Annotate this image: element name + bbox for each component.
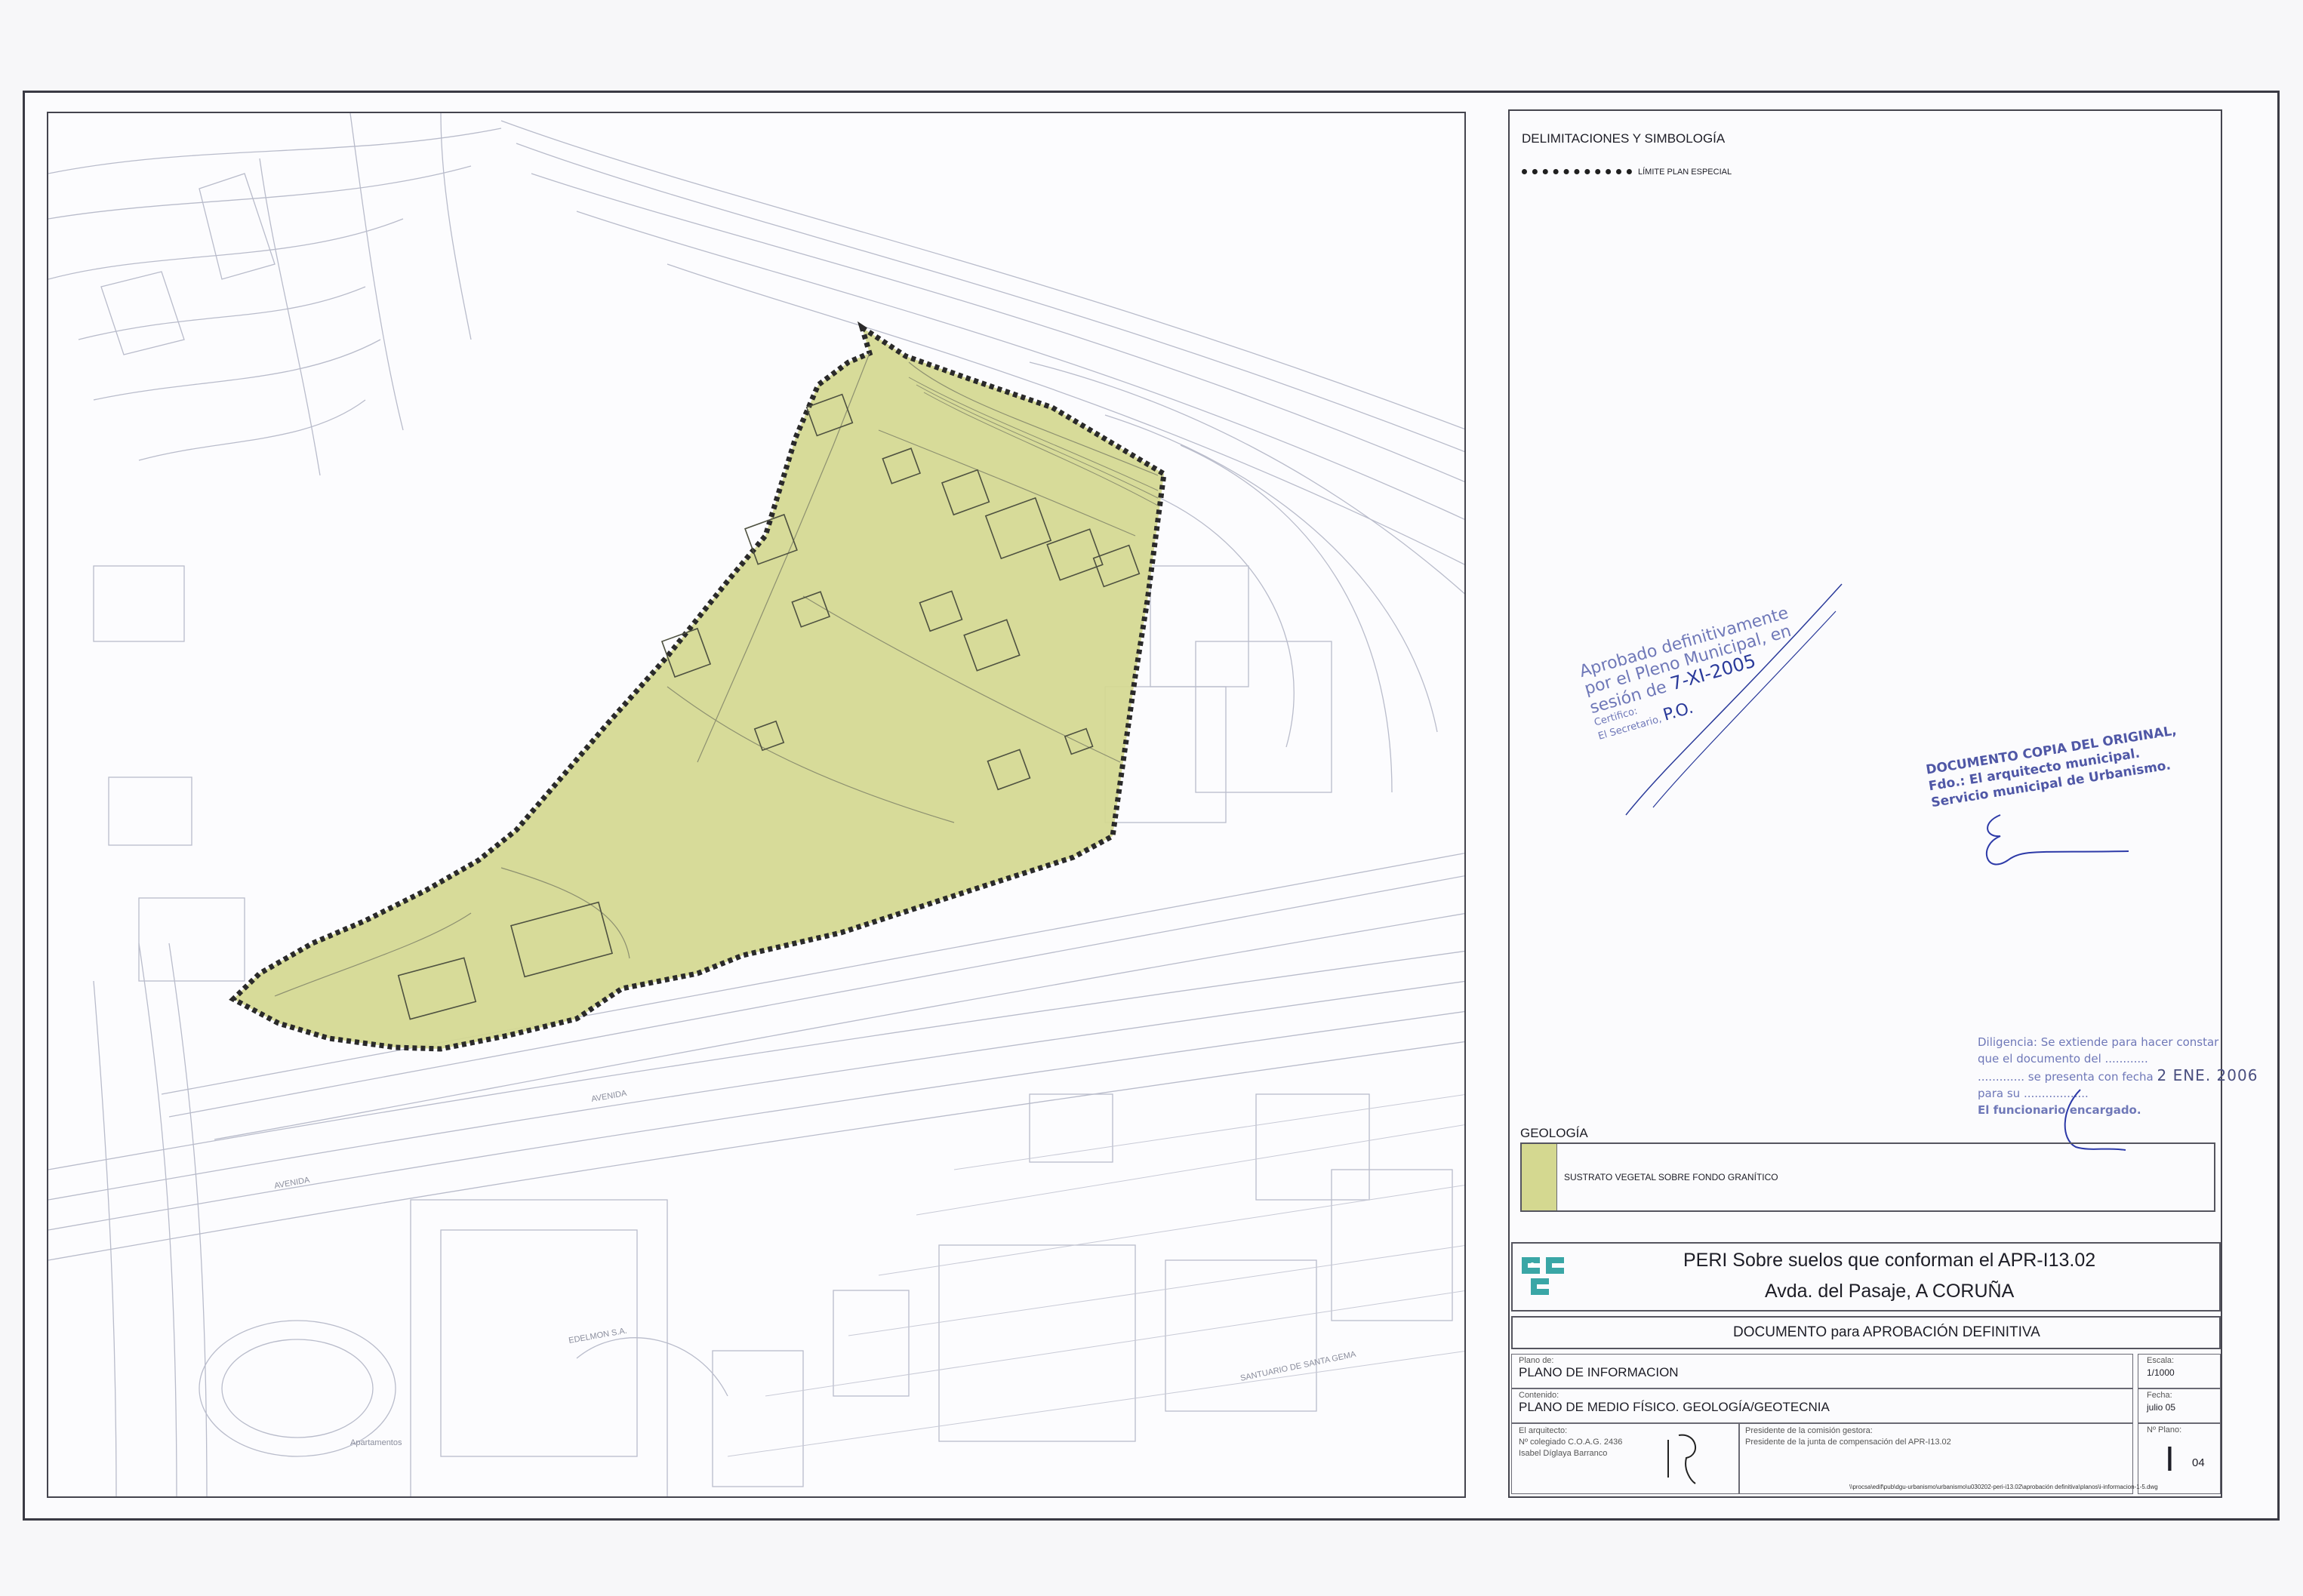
escala-value: 1/1000 <box>2147 1367 2175 1378</box>
approval-signature-stroke <box>1625 583 1843 816</box>
plano-label: Plano de: <box>1519 1356 1554 1365</box>
presidente-label: Presidente de la comisión gestora: <box>1745 1426 1873 1435</box>
map-label-avenida-1: AVENIDA <box>273 1176 310 1191</box>
boundary-label: LÍMITE PLAN ESPECIAL <box>1638 168 1732 177</box>
numero-label: Nº Plano: <box>2147 1425 2182 1435</box>
plan-boundary-area <box>229 321 1167 1052</box>
diligencia-line-1: Diligencia: Se extiende para hacer const… <box>1978 1035 2219 1049</box>
company-logo <box>1522 1257 1564 1295</box>
fecha-label: Fecha: <box>2147 1391 2172 1400</box>
document-label: DOCUMENTO para APROBACIÓN DEFINITIVA <box>1733 1324 2040 1340</box>
topographic-map: AVENIDA AVENIDA EDELMON S.A. SANTUARIO D… <box>48 113 1464 1496</box>
diligencia-date: 2 ENE. 2006 <box>2157 1066 2258 1084</box>
geology-swatch <box>1522 1144 1557 1210</box>
plano-value: PLANO DE INFORMACION <box>1519 1365 1679 1379</box>
contenido-label: Contenido: <box>1519 1391 1559 1400</box>
plan-sheet: { "legend": { "section_title": "DELIMITA… <box>0 0 2303 1596</box>
map-panel: AVENIDA AVENIDA EDELMON S.A. SANTUARIO D… <box>47 112 1466 1498</box>
contenido-value: PLANO DE MEDIO FÍSICO. GEOLOGÍA/GEOTECNI… <box>1519 1400 1830 1414</box>
map-label-sanctuary: SANTUARIO DE SANTA GEMA <box>1239 1350 1357 1383</box>
presidente-value: Presidente de la junta de compensación d… <box>1745 1438 1951 1447</box>
diligencia-line-2: que el documento del <box>1978 1052 2101 1066</box>
arquitecto-line-2: Isabel Díglaya Barranco <box>1519 1449 1608 1458</box>
geology-item-label: SUSTRATO VEGETAL SOBRE FONDO GRANÍTICO <box>1564 1172 1778 1182</box>
geology-title: GEOLOGÍA <box>1520 1126 1588 1140</box>
project-title-line-2: Avda. del Pasaje, A CORUÑA <box>1765 1281 2015 1302</box>
architect-signature <box>1667 1434 1696 1484</box>
numero-value: I <box>2165 1439 2175 1478</box>
arquitecto-label: El arquitecto: <box>1519 1426 1568 1435</box>
copy-signature <box>1986 814 2129 866</box>
escala-label: Escala: <box>2147 1356 2175 1365</box>
boundary-line-symbol <box>1522 169 1632 174</box>
fecha-value: julio 05 <box>2147 1402 2176 1413</box>
map-label-apartments: Apartamentos <box>350 1438 402 1447</box>
diligencia-line-4: para su <box>1978 1087 2021 1100</box>
map-label-company: EDELMON S.A. <box>568 1327 627 1345</box>
file-path: \\procsa\edif\pub\dgu-urbanismo\urbanism… <box>1849 1484 2158 1490</box>
legend-title: DELIMITACIONES Y SIMBOLOGÍA <box>1522 131 1726 146</box>
map-label-avenida-2: AVENIDA <box>590 1089 627 1104</box>
arquitecto-line-1: Nº colegiado C.O.A.G. 2436 <box>1519 1438 1623 1447</box>
numero-sub: 04 <box>2192 1456 2205 1469</box>
diligencia-line-3: se presenta con fecha <box>2027 1070 2154 1084</box>
project-title-line-1: PERI Sobre suelos que conforman el APR-I… <box>1683 1250 2096 1271</box>
